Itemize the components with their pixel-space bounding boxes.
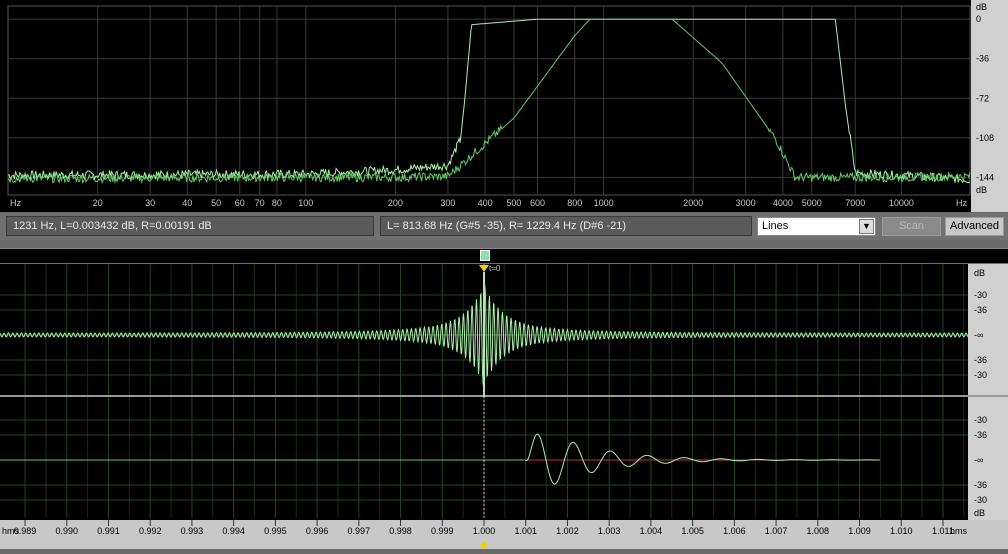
x-tick-label: 800: [567, 198, 582, 208]
time-tick-label: 1.002: [556, 526, 579, 536]
time-tick-label: 0.993: [181, 526, 204, 536]
x-tick-label: 100: [298, 198, 313, 208]
x-tick-label: 10000: [889, 198, 914, 208]
scan-button[interactable]: Scan: [882, 217, 941, 236]
time-tick-label: 1.004: [640, 526, 663, 536]
x-tick-label: 20: [93, 198, 103, 208]
time-tick-label: 0.995: [264, 526, 287, 536]
wave-y-tick: -∞: [974, 330, 983, 340]
spectrum-series-line: [7, 18, 971, 185]
y-tick-label: 0: [976, 14, 981, 24]
plot-frame: [7, 5, 971, 196]
time-tick-label: 0.997: [348, 526, 371, 536]
t0-marker-icon: [479, 265, 489, 272]
time-tick-label: 1.010: [890, 526, 913, 536]
time-tick-label: 0.998: [389, 526, 412, 536]
time-tick-label: 0.996: [306, 526, 329, 536]
x-tick-label: 4000: [773, 198, 793, 208]
wave-y-tick: -36: [974, 430, 987, 440]
x-tick-label: 60: [235, 198, 245, 208]
y-tick-label: -108: [976, 133, 994, 143]
x-tick-label: 80: [272, 198, 282, 208]
t0-marker-label: t=0: [489, 264, 501, 273]
x-tick-label: 200: [388, 198, 403, 208]
status-bar: 1231 Hz, L=0.003432 dB, R=0.00191 dB L= …: [0, 213, 1008, 240]
x-tick-label: 400: [478, 198, 493, 208]
waveform-panel[interactable]: t=0 dB -30 -36 -∞ -36 -30 -30 -36 -∞ -36 -30 dB 0.989…: [0, 264, 1008, 549]
time-tick-label: 0.999: [431, 526, 454, 536]
time-tick-label: 1.008: [807, 526, 830, 536]
wave-y-unit: dB: [974, 268, 985, 278]
x-unit-left: Hz: [10, 198, 21, 208]
time-unit-right: hms: [950, 526, 968, 536]
time-tick-label: 1.006: [723, 526, 746, 536]
y-tick-label: -144: [976, 172, 994, 182]
time-tick-label: 0.990: [55, 526, 78, 536]
cursor-readout: 1231 Hz, L=0.003432 dB, R=0.00191 dB: [6, 216, 374, 236]
spectrum-chart[interactable]: 20 30 40 50 60 70 80 100 200 300 400 500 600 800 1000 2…: [0, 0, 1008, 212]
advanced-button[interactable]: Advanced: [945, 217, 1004, 236]
display-mode-value: Lines: [762, 220, 789, 232]
time-tick-label: 1.001: [514, 526, 537, 536]
x-tick-label: 50: [211, 198, 221, 208]
wave-y-tick: -36: [974, 355, 987, 365]
spectrum-panel[interactable]: 20 30 40 50 60 70 80 100 200 300 400 500 600 800 1000 2…: [0, 0, 1008, 212]
x-tick-label: 3000: [736, 198, 756, 208]
time-tick-label: 0.994: [222, 526, 245, 536]
time-tick-label: 1.005: [681, 526, 704, 536]
y-tick-label: -36: [976, 54, 989, 64]
spectrum-series-line: [7, 18, 971, 184]
waveform-chart[interactable]: t=0 dB-30-36-∞-36-30-30-36-∞-36-30dB0.989…: [0, 264, 1008, 549]
wave-y-tick: -30: [974, 370, 987, 380]
position-handle[interactable]: [480, 250, 490, 261]
time-tick-label: 1.007: [765, 526, 788, 536]
wave-y-tick: -30: [974, 415, 987, 425]
x-tick-label: 30: [145, 198, 155, 208]
x-tick-label: 40: [182, 198, 192, 208]
x-unit-right: Hz: [956, 198, 967, 208]
time-tick-label: 1.003: [598, 526, 621, 536]
marker-readout: L= 813.68 Hz (G#5 -35), R= 1229.4 Hz (D#…: [380, 216, 752, 236]
time-tick-label: 0.991: [97, 526, 120, 536]
x-tick-label: 1000: [594, 198, 614, 208]
chevron-down-icon[interactable]: ▼: [859, 219, 874, 234]
y-unit-label-bottom: dB: [976, 185, 987, 195]
time-tick-label: 1.009: [848, 526, 871, 536]
wave-y-tick: -30: [974, 495, 987, 505]
time-tick-label: 1.000: [473, 526, 496, 536]
x-tick-label: 300: [440, 198, 455, 208]
display-mode-select[interactable]: Lines ▼: [757, 217, 876, 236]
x-tick-label: 500: [506, 198, 521, 208]
time-tick-label: 0.992: [139, 526, 162, 536]
x-tick-label: 5000: [802, 198, 822, 208]
wave-y-tick: -∞: [974, 455, 983, 465]
waveform-bottom-trace: [524, 433, 880, 485]
wave-y-tick: -36: [974, 305, 987, 315]
x-tick-label: 70: [255, 198, 265, 208]
wave-bottom-unit: dB: [974, 508, 985, 518]
y-unit-label: dB: [976, 2, 987, 12]
x-tick-label: 600: [530, 198, 545, 208]
wave-y-tick: -36: [974, 480, 987, 490]
x-tick-label: 7000: [845, 198, 865, 208]
y-tick-label: -72: [976, 93, 989, 103]
x-tick-label: 2000: [683, 198, 703, 208]
wave-y-tick: -30: [974, 290, 987, 300]
overview-strip[interactable]: [0, 248, 1008, 263]
time-unit-left: hms: [2, 526, 20, 536]
